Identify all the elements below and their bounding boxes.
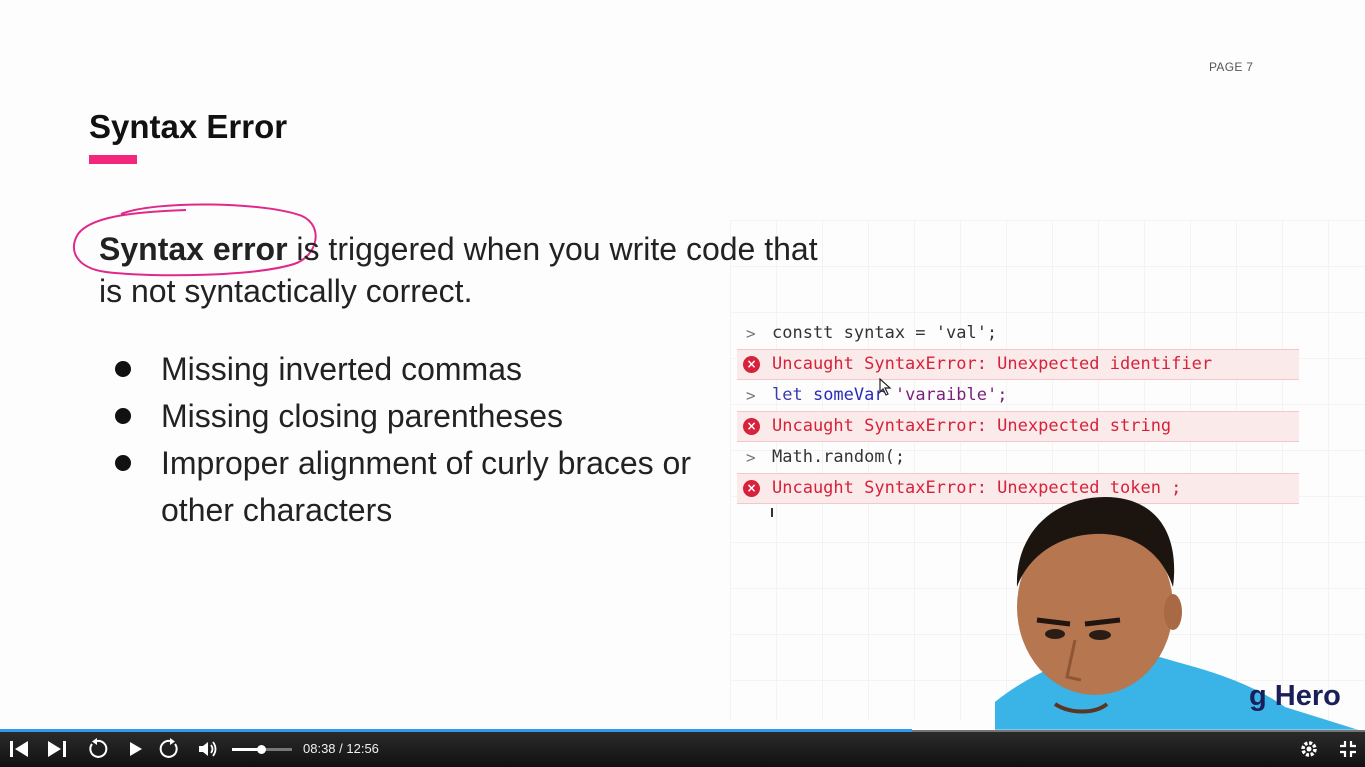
- console-error-line: × Uncaught SyntaxError: Unexpected strin…: [737, 411, 1299, 442]
- bullet-dot: [115, 361, 131, 377]
- prompt-icon: >: [746, 324, 756, 343]
- code-identifier: someVar: [802, 385, 885, 405]
- console-code: constt syntax = 'val';: [772, 323, 998, 343]
- bullet-dot: [115, 408, 131, 424]
- bullet-text: Missing closing parentheses: [161, 398, 563, 434]
- brand-text: g Hero: [1249, 680, 1341, 712]
- skip-forward-button[interactable]: [45, 737, 69, 761]
- intro-bold-term: Syntax error: [99, 231, 288, 267]
- slide-title: Syntax Error: [89, 108, 288, 145]
- title-underline: [89, 155, 137, 164]
- prompt-icon: >: [746, 448, 756, 467]
- skip-back-icon: [10, 741, 28, 757]
- webcam-overlay: [995, 492, 1365, 767]
- volume-icon: [199, 741, 217, 757]
- console-input-line: > let someVar 'varaible';: [737, 380, 1299, 411]
- skip-forward-icon: [48, 741, 66, 757]
- list-item: Missing closing parentheses: [115, 393, 701, 440]
- settings-button[interactable]: [1297, 737, 1321, 761]
- replay-icon: [89, 738, 108, 758]
- bullet-text: Missing inverted commas: [161, 351, 522, 387]
- exit-fullscreen-icon: [1340, 741, 1356, 757]
- skip-back-button[interactable]: [7, 737, 31, 761]
- console-error-line: × Uncaught SyntaxError: Unexpected ident…: [737, 349, 1299, 380]
- console-caret: [771, 508, 773, 517]
- console-code: Math.random(;: [772, 447, 906, 467]
- volume-knob[interactable]: [256, 745, 266, 754]
- play-icon: [130, 742, 142, 756]
- progress-bar[interactable]: [0, 729, 1365, 732]
- page-number: PAGE 7: [1209, 60, 1254, 74]
- bullet-dot: [115, 455, 131, 471]
- forward-icon: [159, 738, 178, 758]
- time-display: 08:38 / 12:56: [303, 741, 379, 756]
- volume-slider[interactable]: [232, 745, 292, 754]
- bullet-text: Improper alignment of curly braces or ot…: [161, 445, 691, 528]
- exit-fullscreen-button[interactable]: [1336, 737, 1360, 761]
- forward-button[interactable]: [158, 737, 182, 761]
- intro-paragraph: Syntax error is triggered when you write…: [99, 228, 839, 312]
- console-input-line: > Math.random(;: [737, 442, 1299, 473]
- volume-button[interactable]: [196, 737, 220, 761]
- code-string: 'varaible';: [884, 385, 1008, 405]
- replay-button[interactable]: [85, 737, 109, 761]
- devtools-console: > constt syntax = 'val'; × Uncaught Synt…: [737, 318, 1299, 504]
- console-error-text: Uncaught SyntaxError: Unexpected string: [772, 416, 1172, 436]
- play-button[interactable]: [123, 737, 147, 761]
- bullet-list: Missing inverted commas Missing closing …: [115, 346, 701, 534]
- prompt-icon: >: [746, 386, 756, 405]
- list-item: Missing inverted commas: [115, 346, 701, 393]
- mouse-cursor-icon: [879, 378, 892, 396]
- console-input-line: > constt syntax = 'val';: [737, 318, 1299, 349]
- error-icon: ×: [743, 418, 760, 435]
- list-item: Improper alignment of curly braces or ot…: [115, 440, 701, 534]
- settings-icon: [1301, 741, 1317, 757]
- error-icon: ×: [743, 356, 760, 373]
- progress-fill: [0, 729, 912, 732]
- code-keyword: let: [772, 385, 803, 405]
- console-error-text: Uncaught SyntaxError: Unexpected identif…: [772, 354, 1213, 374]
- presenter-image: [995, 497, 1365, 767]
- error-icon: ×: [743, 480, 760, 497]
